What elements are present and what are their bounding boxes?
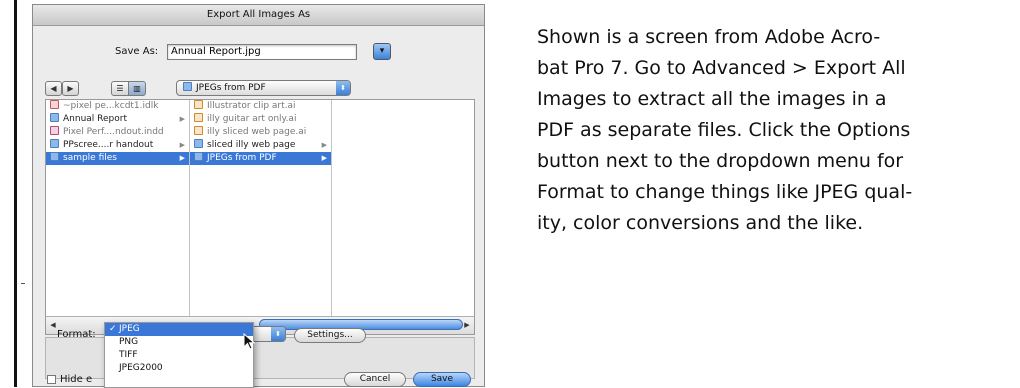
ai-icon (194, 100, 203, 109)
caption-line: Images to extract all the images in a (537, 88, 887, 110)
doc-icon (50, 100, 59, 109)
format-label: Format: (57, 329, 96, 340)
format-option-tiff[interactable]: TIFF (105, 349, 253, 362)
file-row[interactable]: illy guitar art only.ai (190, 113, 331, 126)
file-row[interactable]: sample files ▶ (46, 152, 189, 165)
location-label: JPEGs from PDF (196, 83, 266, 93)
column-view-button[interactable]: ▥ (128, 81, 146, 96)
hide-extension-label: Hide e (60, 374, 93, 385)
file-name: Annual Report (63, 114, 127, 124)
file-row[interactable]: JPEGs from PDF ▶ (190, 152, 331, 165)
format-option-png[interactable]: PNG (105, 336, 253, 349)
folder-icon (194, 139, 203, 148)
file-row[interactable]: Pixel Perf....ndout.indd (46, 126, 189, 139)
back-arrow-icon: ◀ (50, 84, 57, 93)
caption-line: PDF as separate files. Click the Options (537, 119, 911, 141)
file-name: sliced illy web page (207, 140, 296, 150)
folder-icon (194, 152, 203, 161)
back-button[interactable]: ◀ (45, 81, 62, 96)
ai-icon (194, 113, 203, 122)
file-row[interactable]: sliced illy web page ▶ (190, 139, 331, 152)
popup-arrows-icon: ⬍ (336, 81, 350, 95)
format-menu[interactable]: ✓ JPEG PNG TIFF JPEG2000 (104, 322, 254, 388)
expand-dialog-button[interactable]: ▾ (373, 43, 391, 60)
column-view-icon: ▥ (133, 84, 141, 93)
file-name: Illustrator clip art.ai (207, 101, 296, 111)
save-button[interactable]: Save (413, 372, 471, 387)
disclosure-arrow-icon: ▶ (179, 141, 185, 149)
file-name: sample files (63, 153, 117, 163)
file-name: PPscree....r handout (63, 140, 154, 150)
file-row[interactable]: illy sliced web page.ai (190, 126, 331, 139)
folder-icon (50, 139, 59, 148)
disclosure-arrow-icon: ▶ (179, 115, 185, 123)
folder-icon (50, 152, 59, 161)
hide-extension-checkbox[interactable] (47, 375, 56, 384)
file-browser[interactable]: ~pixel pe...kcdt1.idlk Annual Report ▶ Pixe… (45, 99, 475, 335)
checkmark-icon: ✓ (109, 324, 117, 334)
dialog-title: Export All Images As (33, 5, 484, 26)
forward-button[interactable]: ▶ (62, 81, 79, 96)
chevron-down-icon: ▾ (379, 46, 385, 56)
save-as-label: Save As: (115, 46, 159, 57)
disclosure-arrow-icon: ▶ (321, 154, 327, 162)
caption-line: Format to change things like JPEG qual- (537, 181, 913, 203)
file-name: illy sliced web page.ai (207, 127, 307, 137)
caption-line: ity, color conversions and the like. (537, 212, 864, 234)
folder-icon (50, 113, 59, 122)
scroll-right-icon[interactable]: ▶ (462, 319, 472, 331)
list-view-icon: ☰ (116, 84, 124, 93)
page-left-rule (14, 0, 17, 387)
list-view-button[interactable]: ☰ (111, 81, 129, 96)
browser-column-2: Illustrator clip art.ai illy guitar art o… (190, 100, 332, 318)
disclosure-arrow-icon: ▶ (179, 154, 185, 162)
file-name: JPEGs from PDF (207, 153, 277, 163)
export-dialog: Export All Images As Save As: ▾ ◀ ▶ ☰ ▥ … (32, 4, 485, 388)
caption-text: Shown is a screen from Adobe Acro- bat P… (537, 22, 977, 239)
caption-line: Shown is a screen from Adobe Acro- (537, 26, 881, 48)
caption-line: button next to the dropdown menu for (537, 150, 904, 172)
file-row[interactable]: Illustrator clip art.ai (190, 100, 331, 113)
popup-arrows-icon: ⬍ (271, 327, 285, 341)
indd-icon (50, 126, 59, 135)
folder-icon (183, 82, 192, 91)
caption-line: bat Pro 7. Go to Advanced > Export All (537, 57, 906, 79)
browser-column-1: ~pixel pe...kcdt1.idlk Annual Report ▶ Pixe… (46, 100, 190, 318)
disclosure-arrow-icon: ▶ (321, 141, 327, 149)
file-row[interactable]: ~pixel pe...kcdt1.idlk (46, 100, 189, 113)
file-row[interactable]: PPscree....r handout ▶ (46, 139, 189, 152)
forward-arrow-icon: ▶ (67, 84, 74, 93)
settings-button[interactable]: Settings... (294, 328, 366, 343)
cancel-button[interactable]: Cancel (344, 372, 406, 387)
mouse-pointer-icon (243, 333, 256, 350)
format-option-jpeg2000[interactable]: JPEG2000 (105, 362, 253, 375)
format-option-jpeg[interactable]: ✓ JPEG (105, 323, 253, 336)
ai-icon (194, 126, 203, 135)
file-row[interactable]: Annual Report ▶ (46, 113, 189, 126)
file-name: Pixel Perf....ndout.indd (63, 127, 164, 137)
location-popup[interactable]: JPEGs from PDF ⬍ (176, 80, 351, 96)
file-name: ~pixel pe...kcdt1.idlk (63, 101, 159, 111)
save-as-input[interactable] (167, 44, 357, 60)
file-name: illy guitar art only.ai (207, 114, 297, 124)
page-side-tick (21, 283, 25, 284)
